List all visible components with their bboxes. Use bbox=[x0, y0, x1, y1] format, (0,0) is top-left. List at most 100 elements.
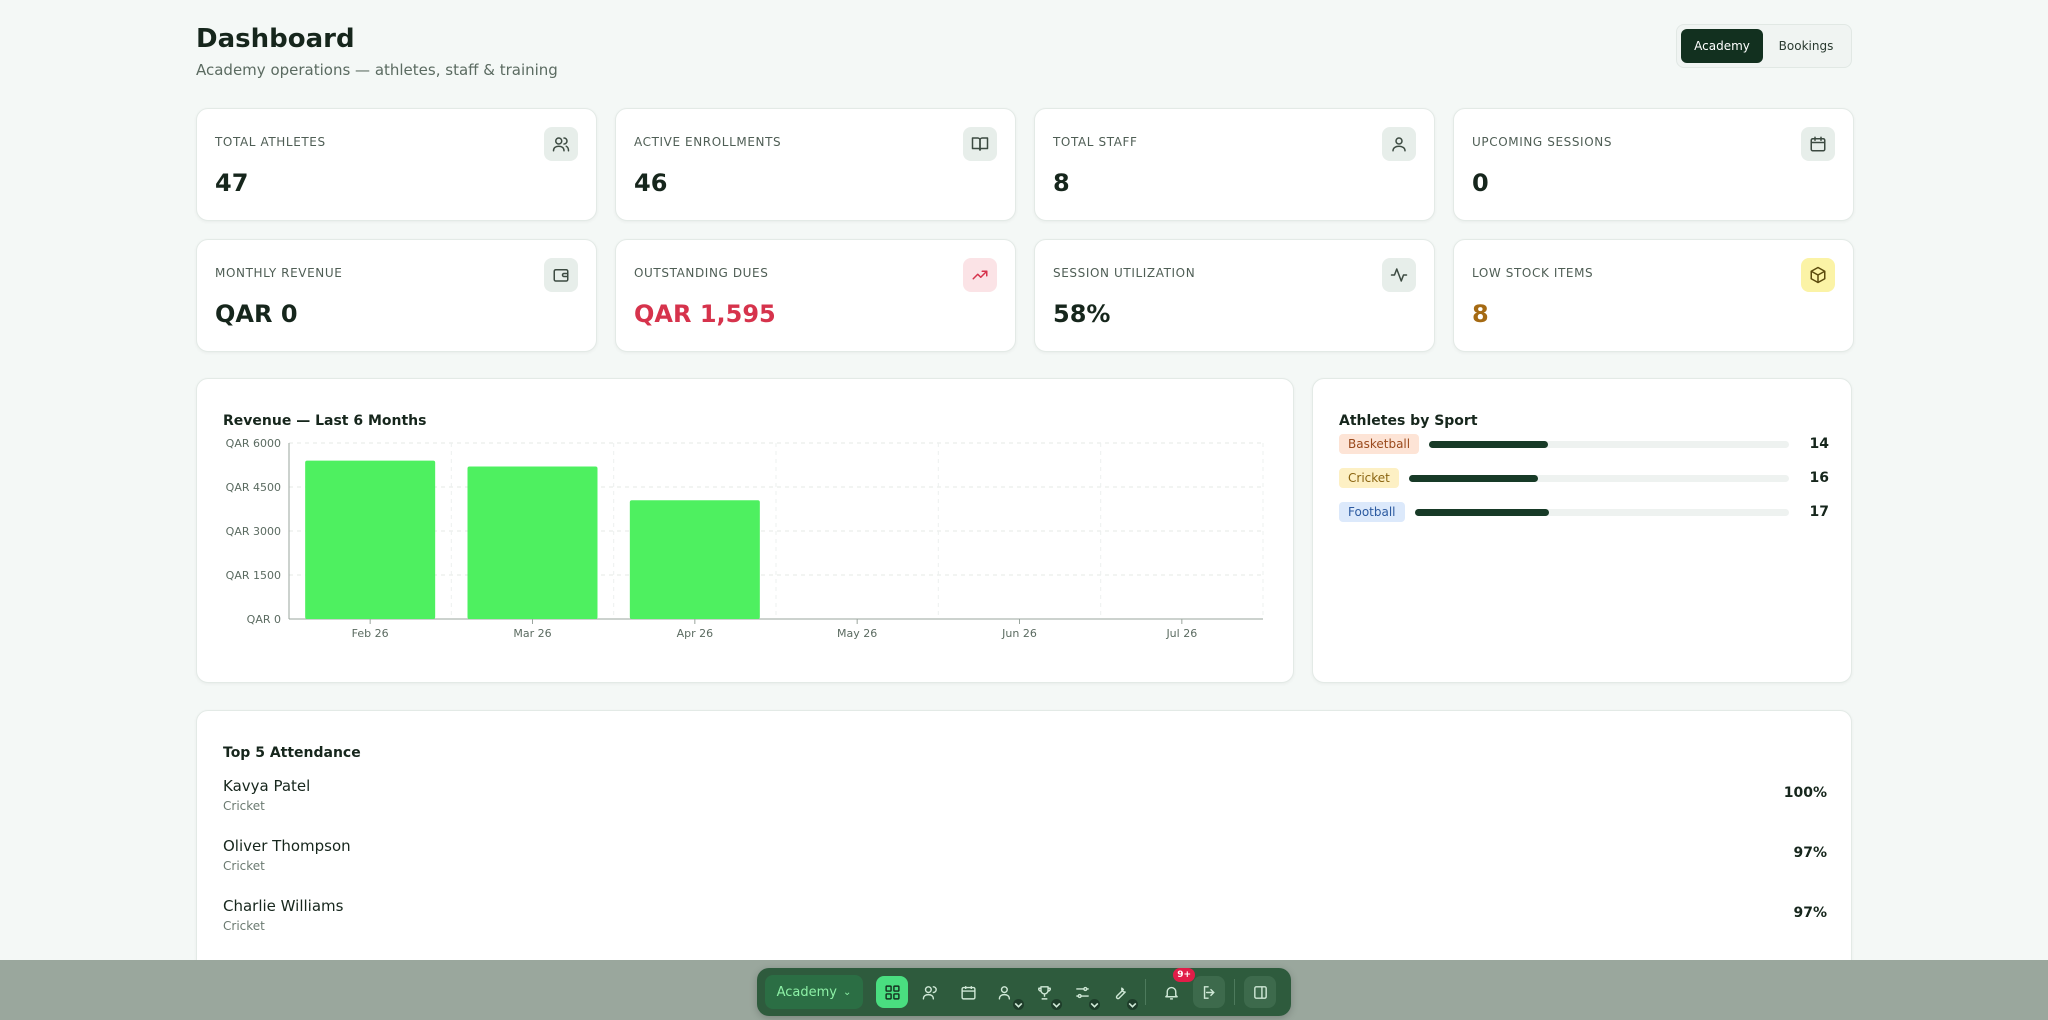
y-tick-label: QAR 4500 bbox=[226, 481, 281, 494]
dock-trophy-button[interactable] bbox=[1028, 976, 1062, 1010]
revenue-chart: QAR 0 QAR 1500 QAR 3000 QAR 4500 QAR 6000 Feb… bbox=[226, 437, 1264, 640]
x-tick-label: Jun 26 bbox=[1001, 627, 1037, 640]
top-attendance-title: Top 5 Attendance bbox=[223, 745, 361, 761]
athletes-by-sport-title: Athletes by Sport bbox=[1339, 413, 1478, 429]
x-tick-label: Apr 26 bbox=[677, 627, 714, 640]
book-icon bbox=[963, 127, 997, 161]
grid-icon bbox=[884, 984, 900, 1000]
dock-dashboard-button[interactable] bbox=[876, 976, 908, 1008]
athlete-sport: Cricket bbox=[223, 859, 265, 873]
sliders-icon bbox=[1075, 986, 1089, 998]
page-subtitle: Academy operations — athletes, staff & t… bbox=[196, 61, 558, 79]
sport-bar-track bbox=[1429, 440, 1789, 448]
wallet-icon bbox=[544, 258, 578, 292]
revenue-bar bbox=[305, 460, 436, 619]
dock-sidebar-toggle-button[interactable] bbox=[1244, 976, 1276, 1008]
stat-label: SESSION UTILIZATION bbox=[1053, 266, 1196, 280]
workspace-select[interactable]: Academy ⌄ bbox=[765, 975, 863, 1009]
dock-separator bbox=[1145, 979, 1146, 1005]
calendar-icon bbox=[960, 985, 976, 1000]
dock-athletes-button[interactable] bbox=[914, 976, 946, 1008]
x-tick-label: Mar 26 bbox=[513, 627, 551, 640]
sport-bar-fill bbox=[1408, 474, 1539, 482]
stat-card-outstanding-dues: OUTSTANDING DUES QAR 1,595 bbox=[615, 239, 1016, 352]
stat-card-monthly-revenue: MONTHLY REVENUE QAR 0 bbox=[196, 239, 597, 352]
y-tick-label: QAR 3000 bbox=[226, 525, 281, 538]
notification-badge: 9+ bbox=[1173, 968, 1195, 982]
sport-tag: Basketball bbox=[1339, 434, 1420, 454]
chevron-down-icon: ⌄ bbox=[843, 986, 852, 998]
bell-icon bbox=[1164, 986, 1178, 1000]
dock-staff-button[interactable] bbox=[990, 976, 1024, 1010]
stat-label: OUTSTANDING DUES bbox=[634, 266, 769, 280]
stat-card-total-athletes: TOTAL ATHLETES 47 bbox=[196, 108, 597, 221]
stat-value: 8 bbox=[1472, 300, 1489, 328]
sidebar-icon bbox=[1253, 985, 1267, 999]
athlete-name: Kavya Patel bbox=[223, 777, 311, 795]
trophy-icon bbox=[1037, 985, 1051, 1000]
trending-up-icon bbox=[963, 258, 997, 292]
sport-tag: Football bbox=[1339, 502, 1405, 522]
sport-count: 16 bbox=[1809, 470, 1829, 486]
sport-bar-track bbox=[1414, 508, 1789, 516]
athlete-name: Oliver Thompson bbox=[223, 837, 351, 855]
sport-bar-fill bbox=[1429, 440, 1548, 448]
dock-notifications-button[interactable]: 9+ bbox=[1155, 968, 1195, 1008]
stat-card-low-stock-items: LOW STOCK ITEMS 8 bbox=[1453, 239, 1854, 352]
attendance-row[interactable]: Charlie Williams Cricket 97% bbox=[223, 897, 1827, 937]
mode-academy-button[interactable]: Academy bbox=[1681, 29, 1763, 63]
mode-bookings-button[interactable]: Bookings bbox=[1765, 29, 1847, 63]
stat-value: QAR 0 bbox=[215, 300, 298, 328]
activity-icon bbox=[1382, 258, 1416, 292]
stat-label: LOW STOCK ITEMS bbox=[1472, 266, 1594, 280]
stat-card-total-staff: TOTAL STAFF 8 bbox=[1034, 108, 1435, 221]
stat-value: 46 bbox=[634, 169, 668, 197]
sport-row-football: Football 17 bbox=[1339, 501, 1829, 523]
revenue-bar bbox=[629, 500, 760, 619]
stat-value: QAR 1,595 bbox=[634, 300, 776, 328]
attendance-row[interactable]: Oliver Thompson Cricket 97% bbox=[223, 837, 1827, 877]
stat-value: 0 bbox=[1472, 169, 1489, 197]
package-icon bbox=[1801, 258, 1835, 292]
athlete-name: Charlie Williams bbox=[223, 897, 344, 915]
sport-bar-track bbox=[1408, 474, 1789, 482]
calendar-icon bbox=[1801, 127, 1835, 161]
y-tick-label: QAR 6000 bbox=[226, 437, 281, 450]
sport-tag: Cricket bbox=[1339, 468, 1399, 488]
revenue-bar bbox=[467, 466, 598, 619]
attendance-row[interactable]: Kavya Patel Cricket 100% bbox=[223, 777, 1827, 817]
sport-count: 14 bbox=[1809, 436, 1829, 452]
dock-tools-button[interactable] bbox=[1104, 976, 1138, 1010]
chevron-down-icon bbox=[1127, 999, 1138, 1010]
chevron-down-icon bbox=[1013, 999, 1024, 1010]
attendance-percent: 97% bbox=[1793, 905, 1827, 921]
stat-value: 58% bbox=[1053, 300, 1111, 328]
bottom-dock: Academy ⌄ 9+ bbox=[757, 968, 1291, 1016]
stats-grid: TOTAL ATHLETES 47 ACTIVE ENROLLMENTS 46 … bbox=[196, 108, 1854, 352]
y-tick-label: QAR 1500 bbox=[226, 569, 281, 582]
sport-count: 17 bbox=[1809, 504, 1829, 520]
page-title: Dashboard bbox=[196, 24, 355, 54]
sport-bar-fill bbox=[1414, 508, 1550, 516]
dock-settings-button[interactable] bbox=[1066, 976, 1100, 1010]
users-icon bbox=[544, 127, 578, 161]
mode-switch: Academy Bookings bbox=[1676, 24, 1852, 68]
dock-logout-button[interactable] bbox=[1193, 976, 1225, 1008]
user-icon bbox=[1382, 127, 1416, 161]
dock-calendar-button[interactable] bbox=[952, 976, 984, 1008]
chevron-down-icon bbox=[1089, 999, 1100, 1010]
x-tick-label: May 26 bbox=[837, 627, 877, 640]
x-tick-label: Feb 26 bbox=[352, 627, 389, 640]
athlete-sport: Cricket bbox=[223, 919, 265, 933]
attendance-percent: 97% bbox=[1793, 845, 1827, 861]
stat-label: TOTAL STAFF bbox=[1053, 135, 1138, 149]
attendance-percent: 100% bbox=[1783, 785, 1827, 801]
x-tick-label: Jul 26 bbox=[1165, 627, 1197, 640]
athletes-by-sport-panel: Athletes by Sport Basketball 14 Cricket … bbox=[1312, 378, 1852, 683]
stat-card-active-enrollments: ACTIVE ENROLLMENTS 46 bbox=[615, 108, 1016, 221]
users-icon bbox=[922, 985, 937, 1000]
stat-label: ACTIVE ENROLLMENTS bbox=[634, 135, 782, 149]
stat-card-upcoming-sessions: UPCOMING SESSIONS 0 bbox=[1453, 108, 1854, 221]
stat-value: 47 bbox=[215, 169, 249, 197]
sport-row-basketball: Basketball 14 bbox=[1339, 433, 1829, 455]
